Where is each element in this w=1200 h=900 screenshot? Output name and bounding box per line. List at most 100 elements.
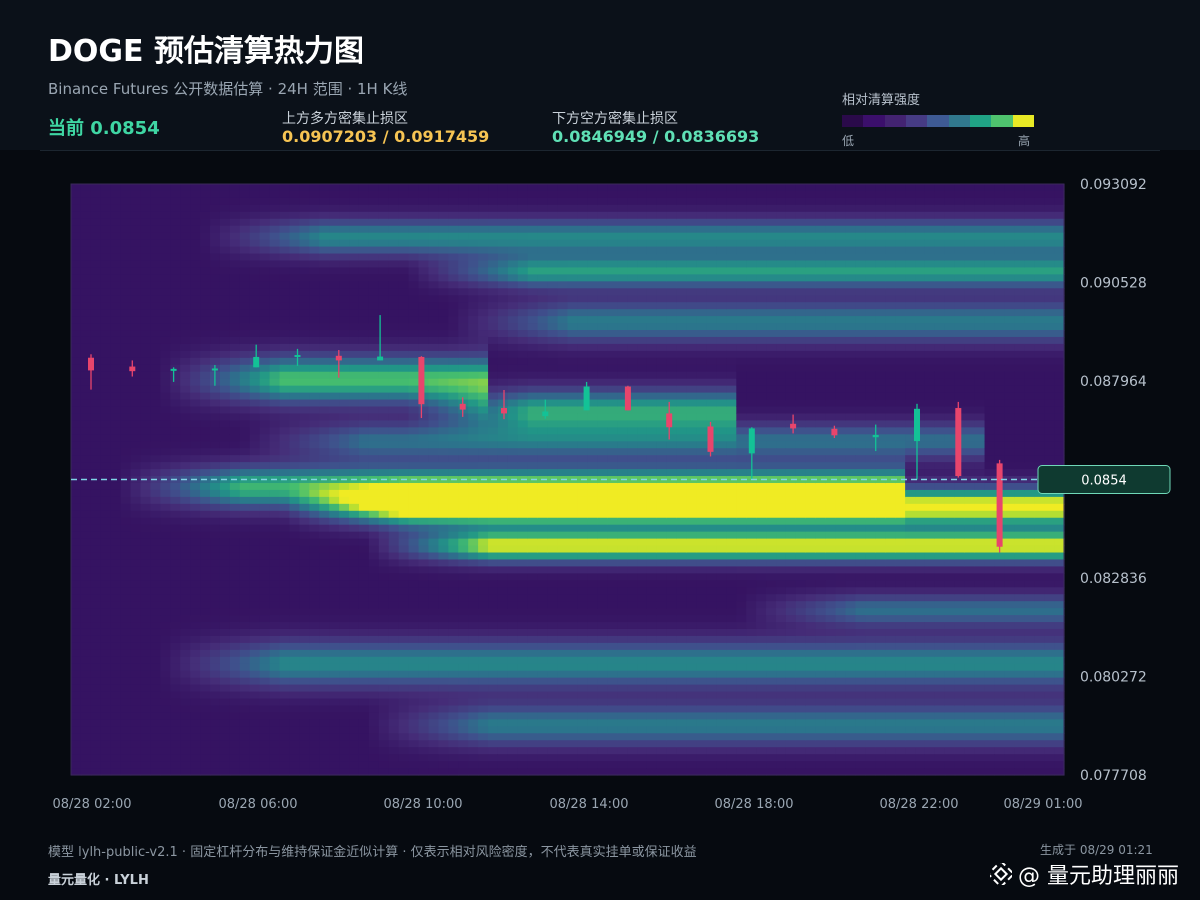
heatmap-cell [537, 232, 549, 241]
heatmap-cell [378, 218, 390, 227]
heatmap-cell [388, 350, 400, 359]
heatmap-cell [100, 204, 112, 213]
heatmap-cell [249, 399, 261, 408]
heatmap-cell [597, 364, 608, 373]
heatmap-cell [468, 559, 479, 568]
heatmap-cell [170, 580, 181, 588]
heatmap-cell [120, 496, 132, 505]
heatmap-cell [597, 184, 608, 192]
heatmap-cell [269, 357, 281, 366]
heatmap-cell [607, 462, 618, 470]
heatmap-cell [299, 615, 310, 623]
heatmap-cell [180, 524, 191, 533]
heatmap-cell [398, 336, 410, 345]
heatmap-cell [607, 260, 618, 269]
heatmap-cell [537, 323, 549, 331]
heatmap-cell [150, 726, 161, 734]
heatmap-cell [517, 768, 529, 776]
heatmap-cell [239, 225, 251, 234]
heatmap-cell [190, 336, 201, 345]
heatmap-cell [607, 371, 618, 380]
heatmap-cell [587, 677, 598, 686]
heatmap-cell [279, 260, 291, 269]
heatmap-cell [279, 496, 291, 505]
heatmap-cell [349, 371, 360, 380]
heatmap-cell [448, 190, 459, 199]
heatmap-cell [279, 719, 291, 727]
heatmap-cell [468, 197, 479, 206]
heatmap-cell [428, 330, 440, 338]
heatmap-cell [637, 323, 648, 331]
heatmap-cell [269, 225, 281, 234]
heatmap-cell [349, 538, 360, 547]
heatmap-cell [468, 615, 479, 623]
heatmap-cell [408, 712, 420, 720]
heatmap-cell [378, 517, 390, 526]
heatmap-cell [339, 469, 350, 477]
heatmap-cell [130, 559, 142, 568]
heatmap-cell [488, 587, 499, 595]
heatmap-cell [150, 420, 161, 428]
heatmap-cell [180, 406, 191, 415]
heatmap-cell [478, 350, 489, 359]
heatmap-cell [607, 712, 618, 720]
heatmap-cell [428, 635, 440, 644]
heatmap-cell [358, 656, 370, 665]
heatmap-cell [309, 330, 320, 338]
heatmap-cell [140, 413, 152, 421]
heatmap-cell [259, 323, 271, 331]
heatmap-cell [190, 670, 201, 679]
heatmap-cell [388, 726, 400, 734]
heatmap-cell [428, 343, 440, 352]
heatmap-cell [567, 761, 579, 769]
heatmap-cell [130, 768, 142, 776]
heatmap-cell [398, 496, 410, 505]
heatmap-cell [190, 552, 201, 561]
heatmap-cell [587, 573, 598, 581]
heatmap-cell [408, 350, 420, 359]
heatmap-cell [448, 691, 459, 700]
heatmap-cell [627, 225, 638, 234]
heatmap-cell [507, 754, 519, 762]
heatmap-cell [110, 768, 122, 776]
heatmap-cell [507, 413, 519, 421]
heatmap-cell [269, 239, 281, 248]
heatmap-cell [71, 552, 82, 561]
heatmap-cell [319, 274, 330, 282]
heatmap-cell [507, 253, 519, 262]
heatmap-cell [289, 267, 300, 275]
heatmap-cell [438, 552, 449, 561]
heatmap-cell [617, 190, 628, 199]
heatmap-cell [200, 656, 211, 665]
heatmap-cell [239, 663, 251, 672]
heatmap-cell [339, 420, 350, 428]
heatmap-cell [587, 253, 598, 262]
heatmap-cell [140, 510, 152, 519]
heatmap-cell [279, 441, 291, 449]
heatmap-cell [488, 281, 499, 289]
heatmap-cell [329, 503, 340, 512]
heatmap-cell [110, 615, 122, 623]
heatmap-cell [239, 503, 251, 512]
heatmap-cell [597, 350, 608, 359]
heatmap-cell [259, 538, 271, 547]
heatmap-cell [309, 747, 320, 755]
heatmap-cell [160, 587, 171, 595]
heatmap-cell [378, 413, 390, 421]
heatmap-cell [259, 385, 271, 394]
heatmap-cell [319, 601, 330, 609]
heatmap-cell [577, 510, 588, 519]
heatmap-cell [349, 503, 360, 512]
heatmap-cell [537, 441, 549, 449]
heatmap-cell [478, 628, 489, 637]
heatmap-cell [637, 566, 648, 574]
heatmap-cell [269, 316, 281, 324]
heatmap-cell [617, 295, 628, 303]
heatmap-cell [339, 740, 350, 748]
heatmap-cell [319, 705, 330, 714]
heatmap-cell [388, 448, 400, 456]
heatmap-cell [170, 309, 181, 317]
heatmap-cell [597, 712, 608, 720]
heatmap-cell [607, 441, 618, 449]
heatmap-cell [646, 253, 658, 262]
